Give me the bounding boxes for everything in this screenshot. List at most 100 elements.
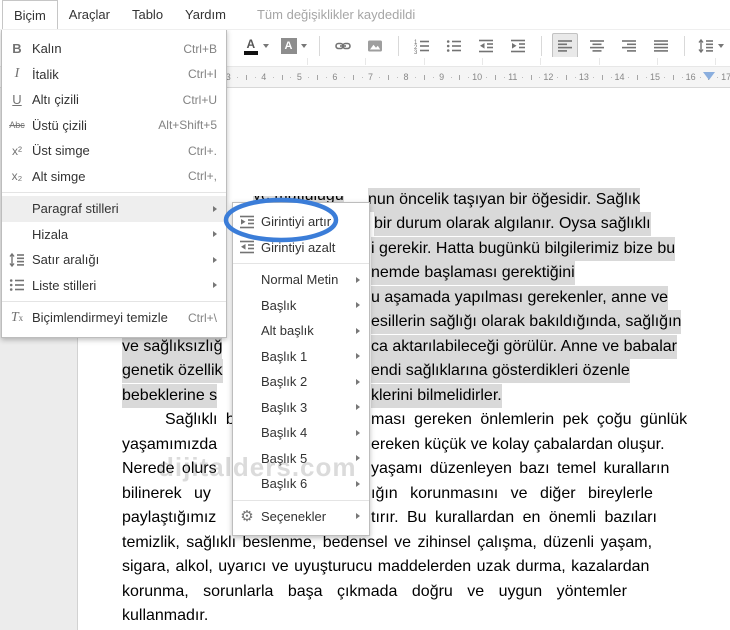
menu-item-kalin[interactable]: B Kalın Ctrl+B — [2, 36, 226, 62]
menu-item-baslik-1[interactable]: Başlık 1 — [233, 344, 369, 370]
indent-increase-button[interactable] — [505, 33, 531, 59]
doc-line[interactable]: bir durum olarak algılanır. Oysa sağlıkl… — [374, 212, 651, 236]
doc-line[interactable]: i gerekir. Hatta bugünkü bilgilerimiz bi… — [371, 237, 676, 261]
menu-item-label: Başlık 6 — [261, 476, 308, 492]
doc-line[interactable]: Nerede olurs — [122, 457, 217, 481]
menubar-item-yardim[interactable]: Yardım — [174, 0, 237, 29]
menubar-item-tablo[interactable]: Tablo — [121, 0, 174, 29]
ruler-tick — [530, 75, 532, 80]
ruler-dot — [343, 77, 345, 78]
menu-item-girintiyi-azalt[interactable]: Girintiyi azalt — [233, 235, 369, 261]
menu-item-baslik-4[interactable]: Başlık 4 — [233, 420, 369, 446]
menu-item-liste-stilleri[interactable]: Liste stilleri — [2, 273, 226, 299]
ruler-number: 17 — [721, 72, 730, 82]
highlight-color-button[interactable]: A — [278, 33, 310, 59]
align-right-button[interactable] — [616, 33, 642, 59]
ruler-tick — [672, 75, 674, 80]
toolbar-group-line — [598, 58, 600, 65]
menu-item-girintiyi-artir[interactable]: Girintiyi artır — [233, 209, 369, 235]
menu-item-ust-simge[interactable]: x² Üst simge Ctrl+. — [2, 138, 226, 164]
ruler-dot — [699, 77, 701, 78]
doc-line[interactable]: korunma, sorunlarla başa çıkmada doğru v… — [122, 580, 627, 604]
align-justify-button[interactable] — [648, 33, 674, 59]
doc-line[interactable]: yaşamımızda — [122, 433, 217, 457]
ruler-tick — [494, 75, 496, 80]
doc-line[interactable]: u aşamada yapılması gerekenler, anne ve — [371, 286, 669, 310]
menu-item-secenekler[interactable]: ⚙ Seçenekler — [233, 504, 369, 530]
dropdown-caret-icon — [300, 44, 307, 48]
menu-item-label: Başlık 2 — [261, 374, 308, 390]
bullet-list-button[interactable] — [441, 33, 467, 59]
menu-item-satir-araligi[interactable]: Satır aralığı — [2, 247, 226, 273]
ruler-dot — [432, 77, 434, 78]
align-left-button[interactable] — [552, 33, 579, 59]
doc-line[interactable]: yaşamı düzenleyen bazı temel kuralların — [371, 457, 669, 481]
toolbar-group-line — [423, 58, 425, 65]
doc-line[interactable]: nemde başlaması gerektiğini — [371, 261, 575, 285]
right-indent-marker[interactable] — [703, 72, 715, 80]
toolbar-separator — [319, 36, 321, 56]
insert-image-button[interactable] — [362, 33, 388, 59]
align-center-button[interactable] — [584, 33, 610, 59]
menu-item-ustu-cizili[interactable]: Abc Üstü çizili Alt+Shift+5 — [2, 113, 226, 139]
insert-link-button[interactable] — [330, 33, 356, 59]
menu-item-paragraf-stilleri[interactable]: Paragraf stilleri — [2, 196, 226, 222]
doc-line[interactable]: Sağlıklı bi — [165, 408, 238, 432]
menubar-item-araclar[interactable]: Araçlar — [58, 0, 121, 29]
menu-item-alt-simge[interactable]: x₂ Alt simge Ctrl+, — [2, 164, 226, 190]
ruler-dot — [290, 77, 292, 78]
menu-item-shortcut: Ctrl+U — [182, 92, 217, 107]
ruler-dot — [628, 77, 630, 78]
indent-decrease-button[interactable] — [473, 33, 499, 59]
doc-line[interactable]: kullanmadır. — [122, 604, 208, 628]
doc-line[interactable]: bebeklerine s — [122, 384, 218, 408]
doc-line[interactable]: ve sağlıksızlığ — [122, 335, 223, 359]
doc-line[interactable]: ığın korunmasını ve diğer bireylerle — [371, 482, 653, 506]
strikethrough-icon: Abc — [9, 120, 25, 131]
doc-line[interactable]: ereken küçük ve kolay çabalardan oluşur. — [371, 433, 665, 457]
menu-item-normal-metin[interactable]: Normal Metin — [233, 267, 369, 293]
doc-line[interactable]: paylaştığımız — [122, 506, 216, 530]
menu-item-baslik[interactable]: Başlık — [233, 293, 369, 319]
menu-item-baslik-5[interactable]: Başlık 5 — [233, 446, 369, 472]
menubar-item-bicim[interactable]: Biçim — [2, 0, 58, 29]
menu-item-baslik-2[interactable]: Başlık 2 — [233, 369, 369, 395]
doc-line[interactable]: esillerin sağlığı olarak bakıldığında, s… — [371, 310, 682, 334]
ruler-number: 4 — [261, 72, 267, 82]
line-spacing-button[interactable] — [695, 33, 727, 59]
ruler-number: 9 — [439, 72, 445, 82]
ruler-dot — [414, 77, 416, 78]
doc-line[interactable]: sigara, alkol, uyarıcı ve uyuşturucu mad… — [122, 555, 649, 579]
submenu-arrow-icon — [356, 302, 360, 309]
doc-line[interactable]: genetik özellik — [122, 359, 223, 383]
ruler-dot — [557, 77, 559, 78]
menu-item-bicimlendirmeyi-temizle[interactable]: Tx Biçimlendirmeyi temizle Ctrl+\ — [2, 305, 226, 331]
doc-line[interactable]: temizlik, sağlıklı beslenme, bedensel ve… — [122, 531, 652, 555]
submenu-arrow-icon — [356, 513, 360, 520]
menu-item-italik[interactable]: I İtalik Ctrl+I — [2, 62, 226, 88]
doc-line[interactable]: klerini bilmelidirler. — [371, 384, 502, 408]
bold-icon: B — [12, 41, 22, 57]
text-color-button[interactable]: A — [240, 33, 272, 59]
numbered-list-button[interactable]: 123 — [409, 33, 435, 59]
ruler-number: 11 — [508, 72, 518, 82]
doc-line[interactable]: endi sağlıklarına gösterdikleri özenle — [371, 359, 630, 383]
ruler-number: 10 — [472, 72, 483, 82]
ruler-number: 7 — [367, 72, 373, 82]
menu-item-alti-cizili[interactable]: U Altı çizili Ctrl+U — [2, 87, 226, 113]
doc-line[interactable]: tırır. Bu kurallardan en önemli bazıları — [371, 506, 657, 530]
doc-line[interactable]: nun öncelik taşıyan bir öğesidir. Sağlık — [368, 188, 641, 212]
menu-item-shortcut: Ctrl+I — [187, 67, 217, 82]
toolbar-group-line — [715, 58, 717, 65]
menu-item-hizala[interactable]: Hizala — [2, 222, 226, 248]
doc-line[interactable]: bilinerek uy — [122, 482, 211, 506]
menu-item-label: Seçenekler — [261, 508, 327, 524]
doc-line[interactable]: ca aktarılabileceği görülür. Anne ve bab… — [371, 335, 677, 359]
menu-item-baslik-3[interactable]: Başlık 3 — [233, 395, 369, 421]
indent-increase-icon — [510, 38, 526, 54]
doc-line[interactable]: ması gereken önlemlerin pek çoğu günlük — [371, 408, 687, 432]
menu-item-baslik-6[interactable]: Başlık 6 — [233, 471, 369, 497]
menu-item-alt-baslik[interactable]: Alt başlık — [233, 318, 369, 344]
toolbar-group-line — [540, 58, 542, 65]
ruler-tick — [566, 75, 568, 80]
